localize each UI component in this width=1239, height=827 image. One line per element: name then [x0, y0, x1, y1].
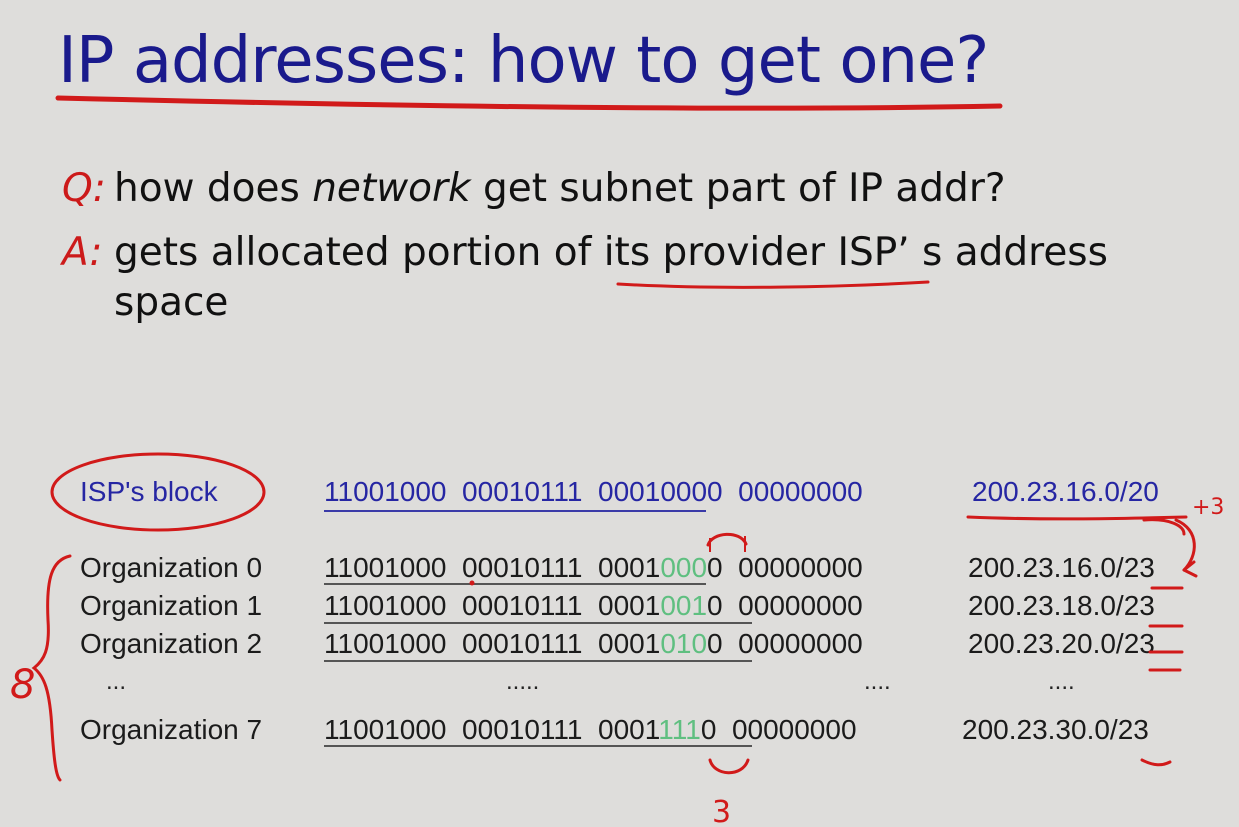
plus-three-annotation: +3: [1192, 495, 1224, 520]
org-label: Organization 2: [80, 628, 263, 659]
org-binary-subnet-bits: 001: [660, 590, 708, 621]
provider-underline-stroke: [616, 280, 930, 289]
answer-prefix: A:: [62, 230, 103, 275]
org-binary-suffix: 0 00000000: [707, 628, 863, 659]
eight-annotation: 8: [10, 662, 35, 708]
answer-line: A: gets allocated portion of its provider…: [62, 230, 1108, 275]
org-binary-prefix: 11001000 00010111 0001: [324, 628, 661, 659]
isp-block-label: ISP's block: [80, 476, 218, 507]
org-binary: 11001000 00010111 00010100 00000000: [324, 628, 863, 660]
org-binary-prefix: 11001000 00010111 0001: [324, 590, 661, 621]
org-binary-prefix: 11001000 00010111 0001: [324, 552, 661, 583]
org-binary: 11001000 00010111 00010000 00000000: [324, 552, 863, 584]
isp-dotted-underline: [966, 515, 1188, 521]
org-binary-suffix: 0 00000000: [700, 714, 857, 745]
subnet-bits-top-arc: [706, 532, 748, 547]
isp-block-binary: 11001000 00010111 00010000 00000000: [324, 476, 863, 507]
ellipsis-label: ...: [106, 668, 127, 695]
org-label: Organization 1: [80, 590, 263, 621]
ink-annotations: +3 8 3: [10, 95, 1224, 827]
subnet-bits-bottom-arc: [708, 758, 750, 775]
org-binary-prefix: 11001000 00010111 0001: [324, 714, 659, 745]
ellipsis-binary-2: ....: [864, 668, 891, 695]
org-label: Organization 0: [80, 552, 263, 583]
ellipsis-dotted: ....: [1048, 668, 1075, 695]
question-text-before: how does: [114, 166, 313, 211]
ellipsis-binary: .....: [506, 668, 540, 695]
org-binary-suffix: 0 00000000: [707, 590, 863, 621]
answer-line-2: space: [114, 280, 229, 325]
org-binary-subnet-bits: 000: [660, 552, 708, 583]
org-binary-subnet-bits: 010: [660, 628, 708, 659]
question-prefix: Q:: [62, 166, 106, 211]
org-binary-suffix: 0 00000000: [707, 552, 863, 583]
answer-text-line1: gets allocated portion of its provider I…: [114, 230, 1108, 275]
slide: IP addresses: how to get one? Q: how does…: [0, 0, 1239, 827]
question-text-after: get subnet part of IP addr?: [470, 166, 1006, 211]
question-text-emphasis: network: [312, 166, 471, 211]
org-binary: 11001000 00010111 00010010 00000000: [324, 590, 863, 622]
title-underline-stroke: [55, 95, 1003, 111]
org-dotted: 200.23.16.0/23: [968, 552, 1155, 583]
isp-block-dotted: 200.23.16.0/20: [972, 476, 1159, 507]
org-binary-subnet-bits: 111: [658, 714, 701, 745]
slide-title: IP addresses: how to get one?: [58, 24, 989, 98]
org-dotted: 200.23.18.0/23: [968, 590, 1155, 621]
left-curly-brace: [31, 554, 72, 782]
question-line: Q: how does network get subnet part of IP…: [62, 166, 1006, 211]
org-dotted: 200.23.20.0/23: [968, 628, 1155, 659]
org-label: Organization 7: [80, 714, 263, 745]
org-binary: 11001000 00010111 00011110 00000000: [324, 714, 857, 746]
org-dotted: 200.23.30.0/23: [962, 714, 1149, 745]
three-bits-annotation: 3: [712, 795, 731, 827]
